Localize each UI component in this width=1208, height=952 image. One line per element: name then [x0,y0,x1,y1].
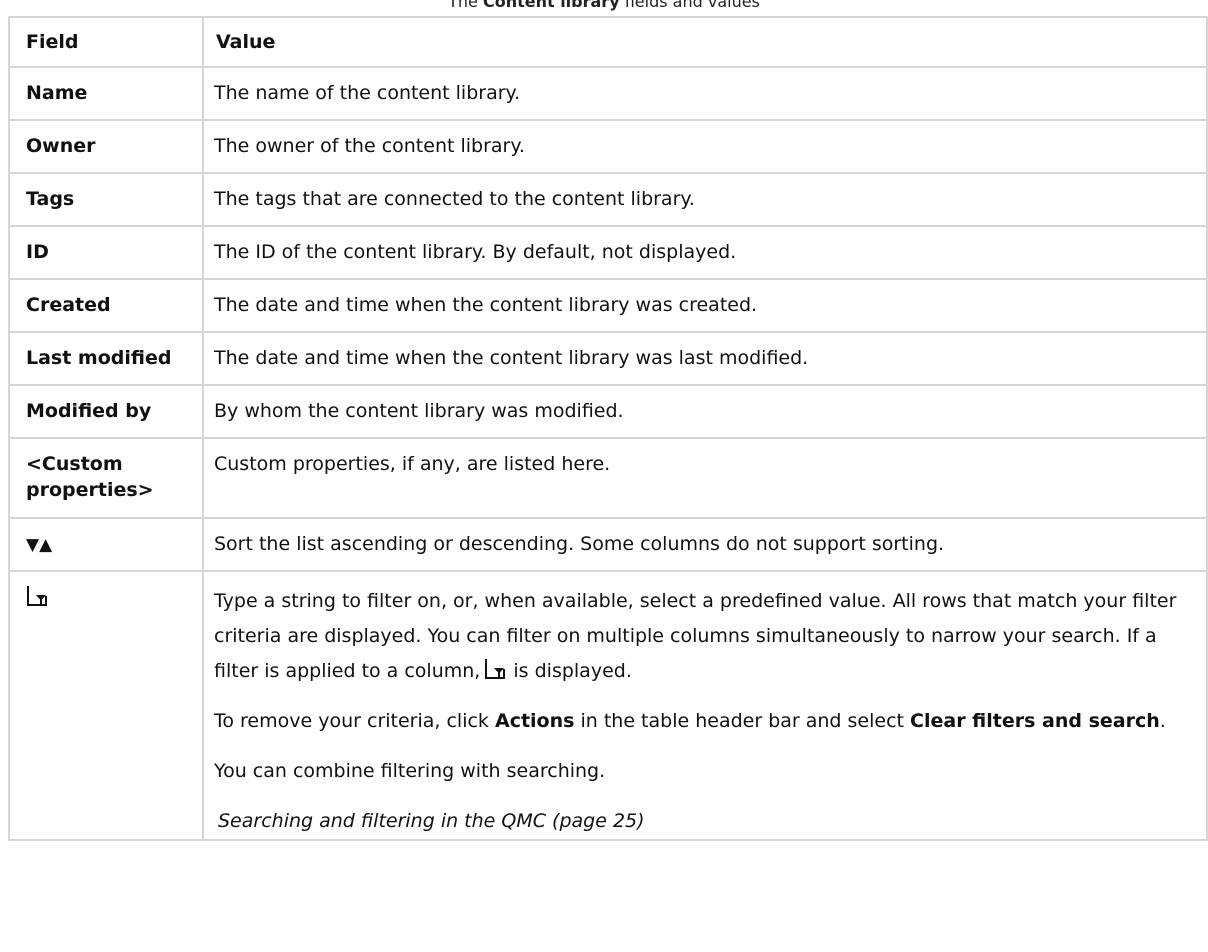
row-value: The tags that are connected to the conte… [202,172,1208,227]
sort-arrows-icon: ▼▲ [26,535,53,555]
row-field: Owner [8,119,204,174]
row-value: The name of the content library. [202,66,1208,121]
table-row-filter: Type a string to filter on, or, when ava… [8,570,1208,841]
row-value: By whom the content library was modified… [202,384,1208,439]
table-row: Owner The owner of the content library. [8,119,1208,174]
clear-filters-label: Clear filters and search [910,710,1160,732]
caption-prefix: The [448,0,483,11]
filter-para-2-prefix: To remove your criteria, click [214,710,495,732]
row-field: <Custom properties> [8,437,204,519]
row-field: ID [8,225,204,280]
caption-suffix: fields and values [619,0,760,11]
filter-para-2-suffix: . [1159,710,1166,732]
filter-description: Type a string to filter on, or, when ava… [202,570,1208,841]
row-field: Last modified [8,331,204,386]
row-field: Tags [8,172,204,227]
row-value: The date and time when the content libra… [202,331,1208,386]
table-row: <Custom properties> Custom properties, i… [8,437,1208,519]
caption-bold: Content library [482,0,620,11]
row-value: The date and time when the content libra… [202,278,1208,333]
filter-icon [485,659,506,679]
filter-para-2-middle: in the table header bar and select [574,710,911,732]
row-field: Modified by [8,384,204,439]
row-value: Custom properties, if any, are listed he… [202,437,1208,519]
table-row: Modified by By whom the content library … [8,384,1208,439]
table-row: ID The ID of the content library. By def… [8,225,1208,280]
header-value: Value [202,16,1208,68]
table-caption: The Content library fields and values [0,0,1208,12]
row-field: Created [8,278,204,333]
row-field: Name [8,66,204,121]
table-row-sort: ▼▲ Sort the list ascending or descending… [8,517,1208,572]
table-row: Created The date and time when the conte… [8,278,1208,333]
row-value: Sort the list ascending or descending. S… [202,517,1208,572]
filter-para-3: You can combine filtering with searching… [214,760,606,782]
filter-icon [27,586,47,606]
table-row: Last modified The date and time when the… [8,331,1208,386]
searching-filtering-link[interactable]: Searching and filtering in the QMC (page… [214,804,1194,839]
fields-table: Field Value Name The name of the content… [8,16,1208,841]
filter-icon-cell [8,570,204,841]
table-header-row: Field Value [8,16,1208,68]
table-row: Name The name of the content library. [8,66,1208,121]
row-value: The ID of the content library. By defaul… [202,225,1208,280]
filter-para-2: To remove your criteria, click Actions i… [214,704,1194,739]
header-field: Field [8,16,204,68]
sort-icon-cell: ▼▲ [8,517,204,572]
row-value: The owner of the content library. [202,119,1208,174]
actions-label: Actions [494,710,575,732]
filter-para-1: Type a string to filter on, or, when ava… [214,584,1194,689]
filter-para-1-text: Type a string to filter on, or, when ava… [214,590,1177,682]
filter-para-1-suffix: is displayed. [507,660,632,682]
table-row: Tags The tags that are connected to the … [8,172,1208,227]
